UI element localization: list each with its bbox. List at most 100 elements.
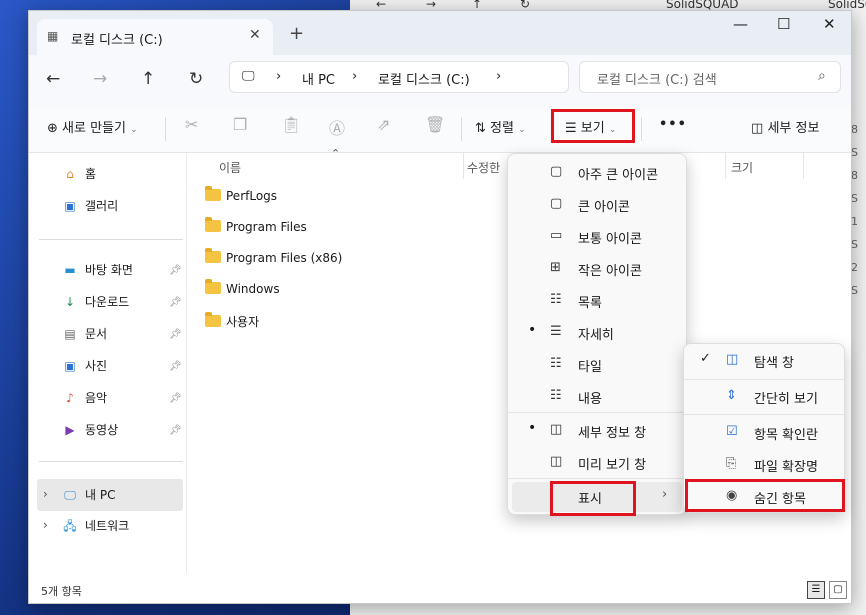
copy-icon[interactable]: ❐ <box>233 115 247 134</box>
breadcrumb-this-pc[interactable]: 내 PC <box>302 69 335 88</box>
forward-button[interactable]: → <box>93 69 107 89</box>
menu-item-preview-pane[interactable]: ◫ 미리 보기 창 <box>512 448 682 478</box>
menu-item-medium-icons[interactable]: ▭ 보통 아이콘 <box>512 222 682 252</box>
sidebar-item-label: 바탕 화면 <box>85 263 133 277</box>
menu-item-file-extensions[interactable]: ⎘ 파일 확장명 <box>688 450 840 480</box>
up-button[interactable]: ↑ <box>141 69 155 89</box>
share-icon[interactable]: ⇗ <box>377 115 390 134</box>
pin-icon: 📌︎ <box>169 361 182 372</box>
back-button[interactable]: ← <box>46 69 60 89</box>
search-input[interactable]: 로컬 디스크 (C:) 검색 ⌕ <box>579 61 841 93</box>
pin-icon: 📌︎ <box>169 297 182 308</box>
view-menu: ▢ 아주 큰 아이콘 ▢ 큰 아이콘 ▭ 보통 아이콘 ⊞ 작은 아이콘 ☷ 목록 • ☰ 자… <box>507 153 687 515</box>
background-text: 8 S <box>851 169 858 205</box>
list-icon: ☷ <box>550 292 562 307</box>
menu-item-tiles[interactable]: ☷ 타일 <box>512 350 682 380</box>
chevron-right-icon[interactable]: › <box>43 518 48 532</box>
rename-icon[interactable]: Ⓐ <box>329 115 345 139</box>
menu-item-label: 작은 아이콘 <box>578 264 642 279</box>
new-tab-button[interactable]: + <box>289 23 304 44</box>
menu-item-content[interactable]: ☷ 내용 <box>512 382 682 412</box>
table-row[interactable]: 사용자 <box>205 312 260 337</box>
sidebar-item-music[interactable]: ♪ 음악 <box>61 389 107 411</box>
tab-local-disk[interactable]: ▦ 로컬 디스크 (C:) ✕ <box>37 19 273 55</box>
menu-item-details-pane[interactable]: • ◫ 세부 정보 창 <box>512 416 682 446</box>
navigation-pane-icon: ◫ <box>726 352 739 367</box>
menu-item-extra-large-icons[interactable]: ▢ 아주 큰 아이콘 <box>512 158 682 188</box>
show-item-highlight <box>550 481 636 516</box>
chevron-right-icon[interactable]: › <box>43 487 48 501</box>
address-bar[interactable]: 🖵 › 내 PC › 로컬 디스크 (C:) › <box>229 61 569 93</box>
sort-button[interactable]: ⇅ 정렬 ⌄ <box>475 117 526 136</box>
tiles-view-toggle[interactable]: ▢ <box>829 581 847 599</box>
cut-icon[interactable]: ✂ <box>185 115 198 134</box>
menu-item-label: 자세히 <box>578 328 614 343</box>
column-header-name[interactable]: 이름 <box>219 159 241 176</box>
plus-circle-icon: ⊕ <box>47 121 58 136</box>
menu-item-label: 세부 정보 창 <box>578 426 647 441</box>
column-divider <box>803 153 804 179</box>
folder-icon <box>205 217 221 232</box>
view-button-highlight <box>551 109 635 143</box>
document-icon: ▤ <box>64 327 76 341</box>
sidebar-item-pictures[interactable]: ▣ 사진 <box>61 357 107 379</box>
divider <box>39 461 183 462</box>
video-icon: ▶ <box>65 423 75 437</box>
table-row[interactable]: Windows <box>205 279 280 306</box>
menu-item-label: 항목 확인란 <box>754 428 818 443</box>
file-name: 사용자 <box>226 315 260 329</box>
maximize-button[interactable]: ☐ <box>777 15 790 33</box>
column-header-size[interactable]: 크기 <box>731 159 753 176</box>
breadcrumb-drive[interactable]: 로컬 디스크 (C:) <box>378 69 470 88</box>
details-label: 세부 정보 <box>767 121 820 136</box>
sidebar-item-desktop[interactable]: ▬ 바탕 화면 <box>61 261 133 283</box>
music-icon: ♪ <box>66 391 74 405</box>
folder-icon <box>205 279 221 294</box>
details-pane-button[interactable]: ◫ 세부 정보 <box>751 117 819 136</box>
refresh-button[interactable]: ↻ <box>189 69 203 89</box>
folder-icon <box>205 312 221 327</box>
sidebar-item-downloads[interactable]: ↓ 다운로드 <box>61 293 129 315</box>
close-tab-icon[interactable]: ✕ <box>249 27 261 43</box>
menu-item-details[interactable]: • ☰ 자세히 <box>512 318 682 348</box>
sidebar-item-videos[interactable]: ▶ 동영상 <box>61 421 118 443</box>
table-row[interactable]: Program Files (x86) <box>205 248 342 275</box>
menu-item-label: 간단히 보기 <box>754 392 818 407</box>
menu-item-navigation-pane[interactable]: ✓ ◫ 탐색 창 <box>688 346 840 376</box>
menu-item-compact-view[interactable]: ⇕ 간단히 보기 <box>688 382 840 412</box>
column-header-modified[interactable]: 수정한 <box>467 159 500 176</box>
sidebar-item-network[interactable]: 🖧 네트워크 <box>61 517 129 539</box>
menu-item-item-checkboxes[interactable]: ☑ 항목 확인란 <box>688 418 840 448</box>
sidebar-item-label: 홈 <box>85 167 97 181</box>
sidebar-item-label: 문서 <box>85 327 108 341</box>
menu-item-list[interactable]: ☷ 목록 <box>512 286 682 316</box>
close-window-button[interactable]: ✕ <box>823 15 836 33</box>
sidebar-item-label: 내 PC <box>85 488 116 502</box>
delete-icon[interactable]: 🗑︎ <box>425 115 445 134</box>
minimize-button[interactable]: — <box>733 15 748 33</box>
new-button-label: 새로 만들기 <box>62 121 126 136</box>
menu-item-large-icons[interactable]: ▢ 큰 아이콘 <box>512 190 682 220</box>
new-button[interactable]: ⊕ 새로 만들기 ⌄ <box>47 117 138 136</box>
menu-item-small-icons[interactable]: ⊞ 작은 아이콘 <box>512 254 682 284</box>
background-text: 2 S <box>851 261 858 297</box>
sidebar-item-documents[interactable]: ▤ 문서 <box>61 325 107 347</box>
breadcrumb-separator-icon: › <box>352 69 358 84</box>
navigation-bar: ← → ↑ ↻ 🖵 › 내 PC › 로컬 디스크 (C:) › 로컬 디스크 … <box>29 55 851 107</box>
sidebar-item-this-pc[interactable]: 🖵 내 PC <box>61 486 115 508</box>
chevron-right-icon: › <box>662 487 668 502</box>
see-more-button[interactable]: ••• <box>659 117 687 132</box>
table-row[interactable]: Program Files <box>205 217 307 244</box>
sidebar-item-gallery[interactable]: ▣ 갤러리 <box>61 197 118 219</box>
grid-icon: ⊞ <box>550 260 561 275</box>
menu-item-label: 보통 아이콘 <box>578 232 642 247</box>
details-view-toggle[interactable]: ☰ <box>807 581 825 599</box>
monitor-icon: ▢ <box>550 164 563 179</box>
paste-icon[interactable]: 📋︎ <box>281 115 301 134</box>
tab-title: 로컬 디스크 (C:) <box>71 33 163 48</box>
network-icon: 🖧 <box>63 519 77 533</box>
preview-pane-icon: ◫ <box>550 454 563 469</box>
sidebar-item-home[interactable]: ⌂ 홈 <box>61 165 96 187</box>
table-row[interactable]: PerfLogs <box>205 186 277 213</box>
details-pane-icon: ◫ <box>751 121 764 136</box>
